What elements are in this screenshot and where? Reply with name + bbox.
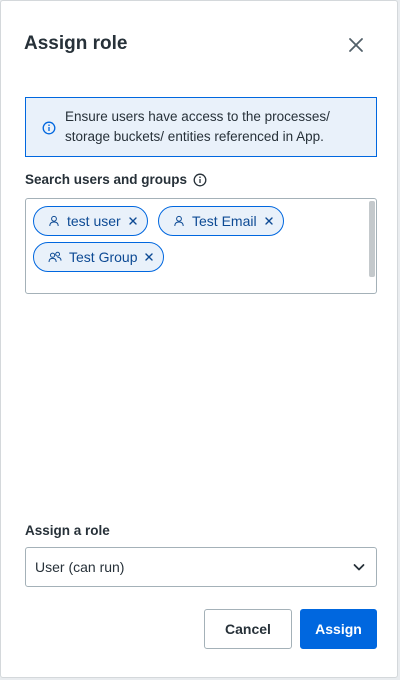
close-icon <box>348 37 364 53</box>
role-select-value: User (can run) <box>35 559 125 575</box>
role-label: Assign a role <box>25 523 110 538</box>
chip-test-email[interactable]: Test Email <box>158 206 284 236</box>
info-text: Ensure users have access to the processe… <box>65 109 330 144</box>
search-label-text: Search users and groups <box>25 172 188 187</box>
search-label: Search users and groups <box>25 172 207 187</box>
info-icon[interactable] <box>193 173 207 187</box>
assign-button[interactable]: Assign <box>300 609 377 649</box>
group-icon <box>48 251 62 263</box>
info-banner: Ensure users have access to the processe… <box>25 97 377 157</box>
chip-test-group[interactable]: Test Group <box>33 242 165 272</box>
chip-label: Test Email <box>192 213 257 229</box>
close-button[interactable] <box>342 31 370 59</box>
user-group-picker[interactable]: test user Test Email Test Group <box>25 198 377 294</box>
chevron-down-icon <box>352 560 366 574</box>
chip-label: Test Group <box>69 249 138 265</box>
user-icon <box>173 215 185 227</box>
remove-icon[interactable] <box>264 216 274 226</box>
remove-icon[interactable] <box>144 252 154 262</box>
chip-label: test user <box>67 213 121 229</box>
info-icon <box>42 121 56 135</box>
assign-role-dialog: Assign role Ensure users have access to … <box>0 0 398 678</box>
chip-test-user[interactable]: test user <box>33 206 148 236</box>
role-select[interactable]: User (can run) <box>25 547 377 587</box>
picker-scrollbar[interactable] <box>369 201 375 277</box>
dialog-title: Assign role <box>24 33 128 54</box>
remove-icon[interactable] <box>128 216 138 226</box>
user-icon <box>48 215 60 227</box>
cancel-button[interactable]: Cancel <box>204 609 292 649</box>
